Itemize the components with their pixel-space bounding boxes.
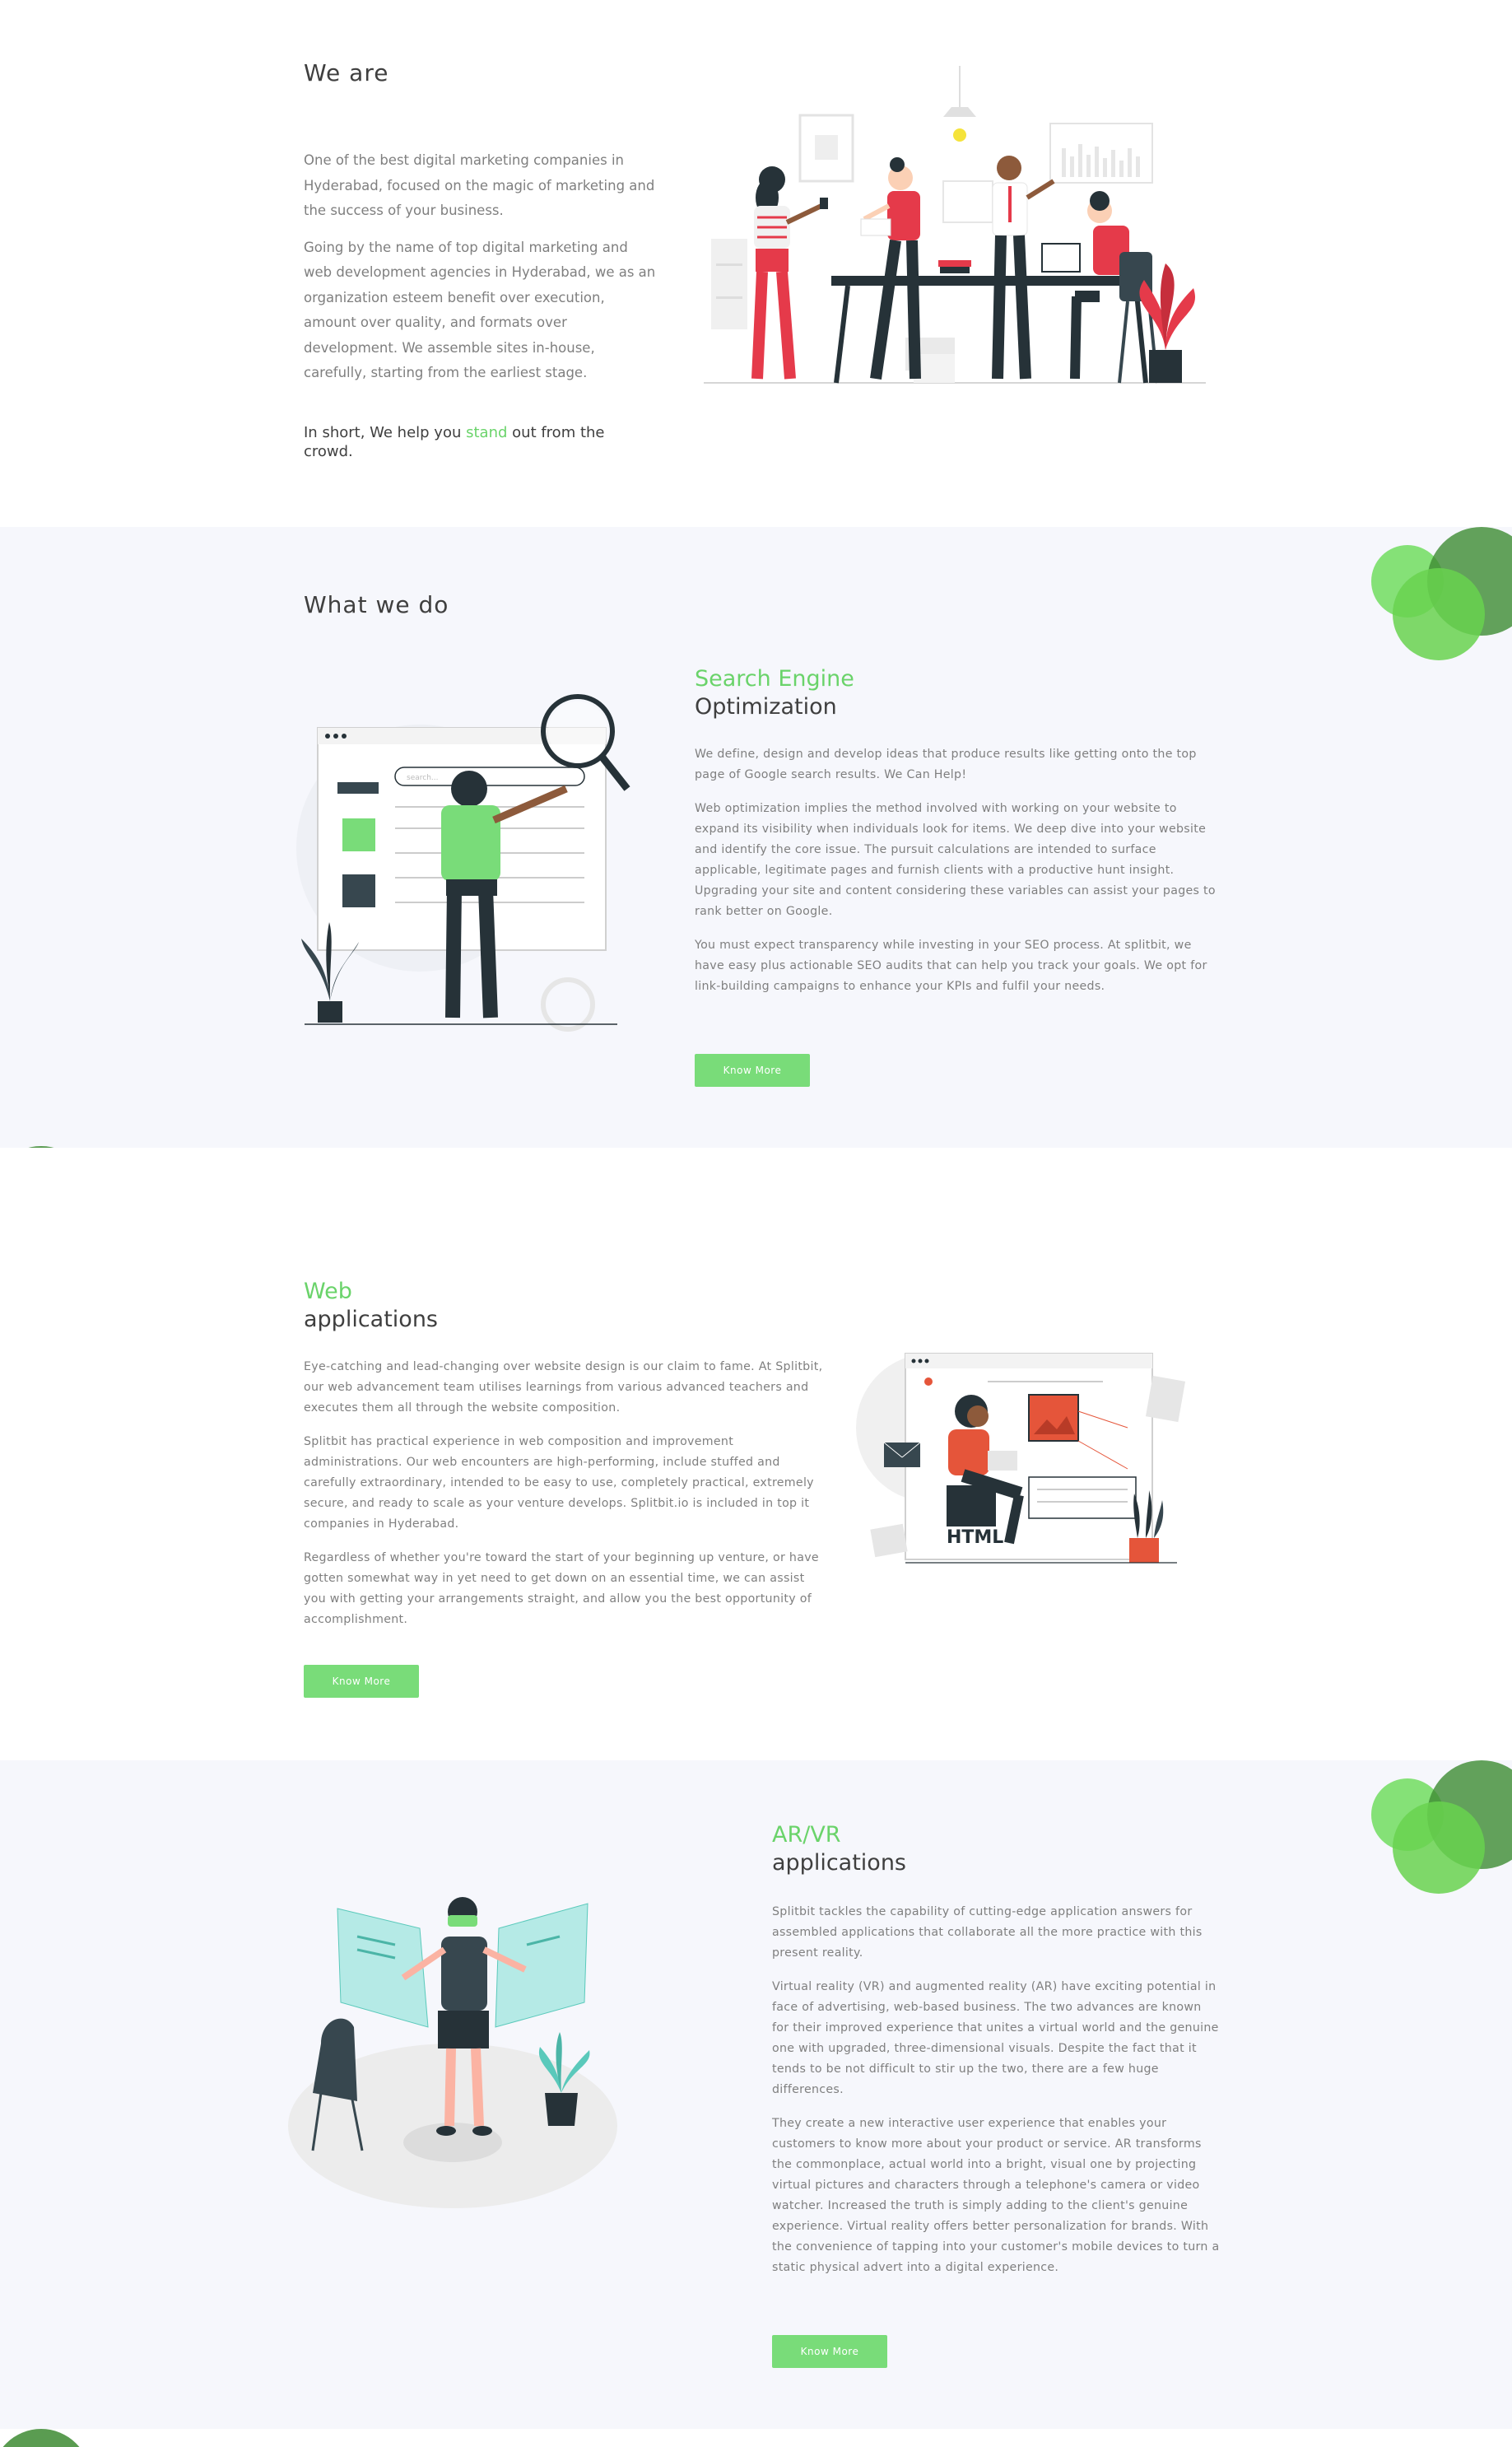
seo-paragraph: You must expect transparency while inves… xyxy=(695,939,1207,993)
web-know-more-button[interactable]: Know More xyxy=(304,1665,419,1698)
html-label: HTML xyxy=(947,1527,1003,1548)
arvr-text: Splitbit tackles the capability of cutti… xyxy=(772,1902,1221,2291)
about-paragraph: Going by the name of top digital marketi… xyxy=(304,239,656,381)
seo-paragraph: We define, design and develop ideas that… xyxy=(695,748,1197,781)
web-paragraph: Splitbit has practical experience in web… xyxy=(304,1435,814,1531)
seo-text: We define, design and develop ideas that… xyxy=(695,744,1217,1010)
seo-illustration: search... xyxy=(296,694,630,1032)
arvr-title-green: AR/VR xyxy=(772,1822,841,1848)
team-meeting-illustration xyxy=(704,66,1206,384)
arvr-know-more-button[interactable]: Know More xyxy=(772,2335,887,2368)
web-paragraph: Eye-catching and lead-changing over webs… xyxy=(304,1360,823,1415)
about-tagline: In short, We help you stand out from the… xyxy=(304,424,605,460)
web-section: Web applications Eye-catching and lead-c… xyxy=(0,1148,1512,1760)
decorative-circles-right xyxy=(1371,527,1512,660)
search-bar-text: search... xyxy=(407,774,438,782)
arvr-section: AR/VR applications Splitbit tackles the … xyxy=(0,1760,1512,2429)
about-paragraph: One of the best digital marketing compan… xyxy=(304,152,655,218)
arvr-illustration xyxy=(288,1897,617,2208)
seo-title-green: Search Engine xyxy=(695,666,854,692)
web-paragraph: Regardless of whether you're toward the … xyxy=(304,1551,819,1626)
about-heading: We are xyxy=(304,59,389,86)
arvr-paragraph: Virtual reality (VR) and augmented reali… xyxy=(772,1980,1219,2096)
arvr-title-dark: applications xyxy=(772,1850,907,1876)
seo-section: What we do Search Engine Optimization We… xyxy=(0,527,1512,1148)
decorative-circles-right-2 xyxy=(1371,1760,1512,1894)
seo-title-dark: Optimization xyxy=(695,694,837,720)
web-app-illustration: HTML xyxy=(856,1353,1186,1564)
seo-paragraph: Web optimization implies the method invo… xyxy=(695,802,1216,918)
web-text: Eye-catching and lead-changing over webs… xyxy=(304,1357,830,1643)
services-heading: What we do xyxy=(304,591,449,618)
about-section: We are One of the best digital marketing… xyxy=(0,0,1512,527)
tagline-highlight: stand xyxy=(466,424,508,441)
seo-know-more-button[interactable]: Know More xyxy=(695,1054,810,1087)
arvr-paragraph: They create a new interactive user exper… xyxy=(772,2117,1220,2274)
web-title-green: Web xyxy=(304,1279,352,1304)
web-title-dark: applications xyxy=(304,1307,439,1332)
arvr-paragraph: Splitbit tackles the capability of cutti… xyxy=(772,1905,1203,1960)
about-text: One of the best digital marketing compan… xyxy=(304,148,658,398)
decorative-circle-bottom xyxy=(2,2429,80,2447)
